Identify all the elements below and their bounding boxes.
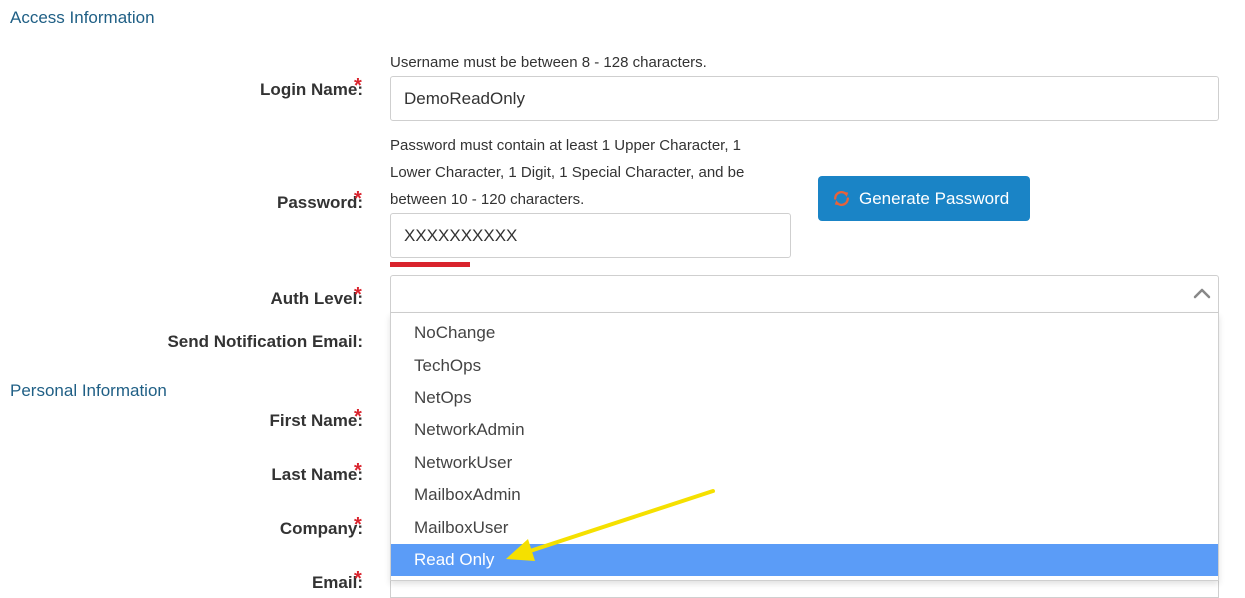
auth-level-option-read-only[interactable]: Read Only xyxy=(391,543,1218,577)
login-name-input[interactable]: DemoReadOnly xyxy=(390,76,1219,121)
email-input[interactable] xyxy=(390,578,1219,598)
password-input[interactable]: XXXXXXXXXX xyxy=(390,213,791,258)
generate-password-button[interactable]: Generate Password xyxy=(818,176,1030,221)
company-required-marker: * xyxy=(354,514,362,536)
auth-level-dropdown: NoChange TechOps NetOps NetworkAdmin Net… xyxy=(390,313,1219,581)
password-hint: Password must contain at least 1 Upper C… xyxy=(390,137,745,208)
personal-section-title: Personal Information xyxy=(10,381,167,400)
auth-level-label: Auth Level: xyxy=(270,289,363,308)
auth-level-option-netops[interactable]: NetOps xyxy=(391,382,1218,414)
auth-level-option-nochange[interactable]: NoChange xyxy=(391,317,1218,349)
generate-password-label: Generate Password xyxy=(859,188,1010,208)
auth-level-option-networkuser[interactable]: NetworkUser xyxy=(391,447,1218,479)
first-name-label: First Name: xyxy=(269,411,363,430)
login-name-value: DemoReadOnly xyxy=(404,88,525,108)
send-notification-label: Send Notification Email: xyxy=(167,332,363,351)
auth-level-option-mailboxadmin[interactable]: MailboxAdmin xyxy=(391,479,1218,511)
auth-level-option-mailboxuser[interactable]: MailboxUser xyxy=(391,511,1218,543)
login-required-marker: * xyxy=(354,75,362,97)
auth-level-select[interactable] xyxy=(390,275,1219,313)
auth-level-option-networkadmin[interactable]: NetworkAdmin xyxy=(391,414,1218,446)
password-label: Password: xyxy=(277,193,363,212)
password-required-marker: * xyxy=(354,188,362,210)
company-label: Company: xyxy=(279,519,363,538)
chevron-up-icon[interactable] xyxy=(1192,284,1212,309)
last-name-label: Last Name: xyxy=(271,465,363,484)
login-name-label: Login Name: xyxy=(260,80,363,99)
email-required-marker: * xyxy=(354,568,362,590)
first-name-required-marker: * xyxy=(354,406,362,428)
auth-level-option-techops[interactable]: TechOps xyxy=(391,349,1218,381)
last-name-required-marker: * xyxy=(354,460,362,482)
login-name-hint: Username must be between 8 - 128 charact… xyxy=(390,54,707,71)
refresh-icon xyxy=(832,189,851,208)
auth-level-required-marker: * xyxy=(354,284,362,306)
access-section-title: Access Information xyxy=(10,8,155,27)
password-strength-bar xyxy=(390,262,470,267)
password-value: XXXXXXXXXX xyxy=(404,225,518,245)
